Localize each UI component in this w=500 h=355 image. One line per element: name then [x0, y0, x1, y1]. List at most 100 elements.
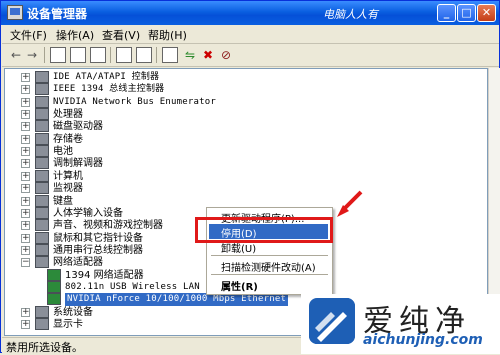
title-bar[interactable]: 设备管理器 电脑人人有 _ □ ✕: [1, 1, 499, 25]
disable-icon[interactable]: ⊘: [218, 47, 234, 63]
menu-file[interactable]: 文件(F): [10, 27, 47, 43]
window-title: 设备管理器: [27, 7, 88, 21]
tree-row[interactable]: + IEEE 1394 总线主控制器: [5, 83, 485, 96]
tree-row[interactable]: + 调制解调器: [5, 157, 485, 170]
site-logo: 爱纯净 aichunjing.com: [301, 294, 500, 354]
toolbar-divider: [44, 47, 45, 63]
view-icon[interactable]: [136, 47, 152, 63]
menu-action[interactable]: 操作(A): [56, 27, 94, 43]
expand-icon[interactable]: +: [21, 208, 30, 218]
collapse-icon[interactable]: −: [21, 258, 30, 268]
device-category-icon: [35, 120, 49, 133]
network-adapter-icon: [47, 293, 61, 306]
tree-item-label: 显示卡: [53, 319, 83, 330]
device-category-icon: [35, 157, 49, 170]
device-category-icon: [35, 256, 49, 269]
device-category-icon: [35, 145, 49, 158]
tree-row[interactable]: + 处理器: [5, 108, 485, 121]
tree-row[interactable]: + 磁盘驱动器: [5, 120, 485, 133]
device-category-icon: [35, 231, 49, 244]
tree-item-label: 鼠标和其它指针设备: [53, 232, 143, 244]
tree-item-label: 电池: [53, 146, 73, 158]
tree-row[interactable]: + 存储卷: [5, 132, 485, 146]
watermark-text: 电脑人人有: [323, 8, 378, 21]
device-category-icon: [35, 182, 49, 195]
highlight-box: [195, 217, 333, 243]
forward-icon[interactable]: →: [24, 47, 40, 63]
expand-icon[interactable]: +: [21, 307, 30, 317]
expand-icon[interactable]: +: [21, 134, 30, 144]
tree-item-label: 通用串行总线控制器: [53, 244, 143, 256]
expand-icon[interactable]: +: [21, 147, 30, 157]
logo-url: aichunjing.com: [363, 332, 483, 348]
tree-item-label: IDE ATA/ATAPI 控制器: [53, 72, 160, 82]
device-category-icon: [35, 71, 49, 83]
tree-item-label: 802.11n USB Wireless LAN Card: [65, 281, 228, 292]
menu-bar: 文件(F) 操作(A) 查看(V) 帮助(H): [2, 25, 499, 44]
expand-icon[interactable]: +: [21, 184, 30, 194]
pointer-arrow-icon: [337, 190, 363, 217]
expand-icon[interactable]: +: [21, 97, 30, 107]
tree-item-label: IEEE 1394 总线主控制器: [53, 84, 165, 95]
back-icon[interactable]: ←: [8, 47, 24, 63]
device-category-icon: [35, 169, 49, 182]
toolbar: ← → ⇋ ✖ ⊘: [2, 44, 499, 67]
tree-item-label: 系统设备: [53, 306, 93, 318]
tree-item-label: 网络适配器: [53, 257, 103, 269]
toolbar-divider: [156, 47, 157, 63]
device-category-icon: [35, 132, 49, 145]
device-category-icon: [35, 95, 49, 108]
device-manager-window: 设备管理器 电脑人人有 _ □ ✕ 文件(F) 操作(A) 查看(V) 帮助(H…: [0, 0, 500, 354]
tree-item-label: NVIDIA Network Bus Enumerator: [53, 96, 216, 107]
tree-row[interactable]: + 键盘: [5, 194, 485, 208]
network-adapter-icon: [47, 268, 61, 281]
expand-icon[interactable]: +: [21, 245, 30, 255]
tree-row[interactable]: + 计算机: [5, 169, 485, 183]
ctx-properties[interactable]: 属性(R): [221, 278, 258, 293]
update-driver-icon[interactable]: ⇋: [182, 47, 198, 63]
expand-icon[interactable]: +: [21, 233, 30, 243]
tree-item-label: 调制解调器: [53, 158, 103, 170]
network-adapter-icon: [47, 280, 61, 293]
device-category-icon: [35, 206, 49, 219]
tree-item-label: NVIDIA nForce 10/100/1000 Mbps Ethernet: [65, 293, 289, 307]
scan-hardware-icon[interactable]: [162, 47, 178, 63]
device-category-icon: [35, 219, 49, 232]
expand-icon[interactable]: +: [21, 110, 30, 120]
expand-icon[interactable]: +: [21, 73, 30, 82]
expand-icon[interactable]: +: [21, 320, 30, 329]
print-icon[interactable]: [90, 47, 106, 63]
context-menu-divider: [211, 255, 328, 256]
tree-row[interactable]: + 监视器: [5, 182, 485, 195]
expand-icon[interactable]: +: [21, 221, 30, 231]
tree-item-label: 声音、视频和游戏控制器: [53, 220, 163, 232]
toolbar-divider: [110, 47, 111, 63]
tree-item-label: 1394 网络适配器: [65, 269, 144, 281]
tree-row[interactable]: + NVIDIA Network Bus Enumerator: [5, 95, 485, 109]
ctx-scan-hardware[interactable]: 扫描检测硬件改动(A): [221, 259, 316, 274]
context-menu-divider: [211, 274, 328, 275]
menu-help[interactable]: 帮助(H): [148, 27, 187, 43]
help-icon[interactable]: [116, 47, 132, 63]
device-manager-icon: [7, 5, 23, 20]
minimize-button[interactable]: _: [437, 4, 456, 22]
menu-view[interactable]: 查看(V): [102, 27, 140, 43]
expand-icon[interactable]: +: [21, 85, 30, 95]
expand-icon[interactable]: +: [21, 196, 30, 206]
expand-icon[interactable]: +: [21, 171, 30, 181]
tree-item-label: 计算机: [53, 170, 83, 182]
device-category-icon: [35, 243, 49, 256]
expand-icon[interactable]: +: [21, 159, 30, 169]
properties-icon[interactable]: [70, 47, 86, 63]
tree-row[interactable]: + IDE ATA/ATAPI 控制器: [5, 71, 485, 84]
device-category-icon: [35, 83, 49, 96]
uninstall-icon[interactable]: ✖: [200, 47, 216, 63]
tree-item-label: 存储卷: [53, 133, 83, 145]
tree-item-label: 磁盘驱动器: [53, 121, 103, 133]
close-button[interactable]: ✕: [477, 4, 496, 22]
logo-mark-icon: [309, 298, 355, 344]
tree-row[interactable]: + 电池: [5, 145, 485, 158]
tree-view-icon[interactable]: [50, 47, 66, 63]
expand-icon[interactable]: +: [21, 122, 30, 132]
maximize-button[interactable]: □: [457, 4, 476, 22]
